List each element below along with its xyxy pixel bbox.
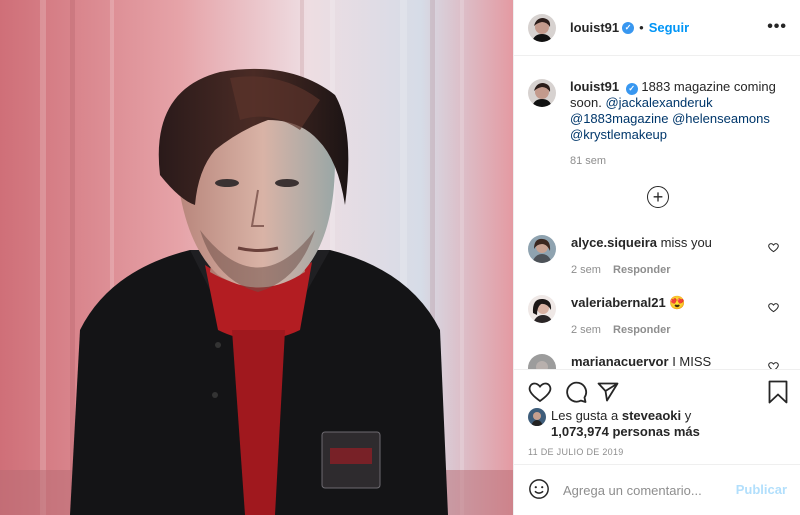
post-photo[interactable] <box>0 0 513 515</box>
verified-badge-icon: ✓ <box>625 83 638 95</box>
comment-input[interactable] <box>563 483 733 498</box>
post-side-panel: louist91 ✓ • Seguir ••• louist91 ✓ 1883 … <box>513 0 800 515</box>
comments-list[interactable]: louist91 ✓ 1883 magazine coming soon. @j… <box>514 57 800 369</box>
liker-username[interactable]: steveaoki <box>622 408 681 423</box>
caption-avatar[interactable] <box>528 79 556 107</box>
comment-text: 😍 <box>669 295 686 310</box>
emoji-icon[interactable] <box>528 478 550 503</box>
mention-link[interactable]: @helenseamons <box>672 111 770 126</box>
comment-text: I MISS <box>672 354 712 369</box>
post-date: 11 DE JULIO DE 2019 <box>528 447 624 457</box>
commenter-avatar[interactable] <box>528 354 556 369</box>
plus-circle-icon[interactable]: + <box>647 186 669 208</box>
comment-username[interactable]: alyce.siqueira <box>571 235 657 250</box>
likes-summary: Les gusta a steveaoki y 1,073,974 person… <box>528 408 700 440</box>
comment-body: alyce.siqueira miss you 2 sem Responder <box>571 235 771 276</box>
caption-time: 81 sem <box>570 155 607 167</box>
comment-item: valeriabernal21 😍 2 sem Responder <box>528 295 790 336</box>
mention-link[interactable]: @1883magazine <box>570 111 668 126</box>
comment-body: valeriabernal21 😍 2 sem Responder <box>571 295 771 336</box>
comment-body: marianacuervor I MISS <box>571 354 771 369</box>
instagram-post: louist91 ✓ • Seguir ••• louist91 ✓ 1883 … <box>0 0 800 515</box>
commenter-avatar[interactable] <box>528 235 556 263</box>
mention-link[interactable]: @jackalexanderuk <box>605 95 712 110</box>
heart-icon[interactable] <box>768 301 779 316</box>
caption-username[interactable]: louist91 <box>570 79 619 94</box>
verified-badge-icon: ✓ <box>622 21 635 34</box>
author-avatar[interactable] <box>528 13 556 42</box>
post-actions: Les gusta a steveaoki y 1,073,974 person… <box>514 369 800 465</box>
likes-prefix: Les gusta a <box>551 408 619 423</box>
author-username[interactable]: louist91 <box>570 20 619 35</box>
comment-time: 2 sem <box>571 264 601 276</box>
comment-item: marianacuervor I MISS <box>528 354 790 369</box>
reply-button[interactable]: Responder <box>613 324 670 336</box>
comment-item: alyce.siqueira miss you 2 sem Responder <box>528 235 790 276</box>
comment-username[interactable]: marianacuervor <box>571 354 669 369</box>
more-options-icon[interactable]: ••• <box>767 18 787 36</box>
comment-text: miss you <box>660 235 712 250</box>
follow-button[interactable]: Seguir <box>649 20 689 35</box>
bookmark-icon[interactable] <box>767 380 789 407</box>
comment-icon[interactable] <box>564 380 588 407</box>
commenter-avatar[interactable] <box>528 295 556 323</box>
post-header: louist91 ✓ • Seguir ••• <box>514 0 800 56</box>
likes-connector: y <box>684 408 692 423</box>
share-icon[interactable] <box>596 380 620 407</box>
comment-username[interactable]: valeriabernal21 <box>571 295 666 310</box>
portrait-illustration <box>0 0 513 515</box>
separator-dot: • <box>639 20 644 35</box>
heart-icon[interactable] <box>768 241 779 256</box>
heart-icon[interactable] <box>768 360 779 369</box>
mention-link[interactable]: @krystlemakeup <box>570 127 667 142</box>
likes-count[interactable]: 1,073,974 personas más <box>551 424 700 439</box>
add-comment-bar: Publicar <box>514 466 800 515</box>
heart-icon[interactable] <box>528 380 552 407</box>
publish-button[interactable]: Publicar <box>736 482 787 497</box>
caption: louist91 ✓ 1883 magazine coming soon. @j… <box>528 79 790 169</box>
liker-avatar[interactable] <box>528 408 546 426</box>
reply-button[interactable]: Responder <box>613 264 670 276</box>
comment-time: 2 sem <box>571 324 601 336</box>
caption-text: louist91 ✓ 1883 magazine coming soon. @j… <box>570 79 790 169</box>
